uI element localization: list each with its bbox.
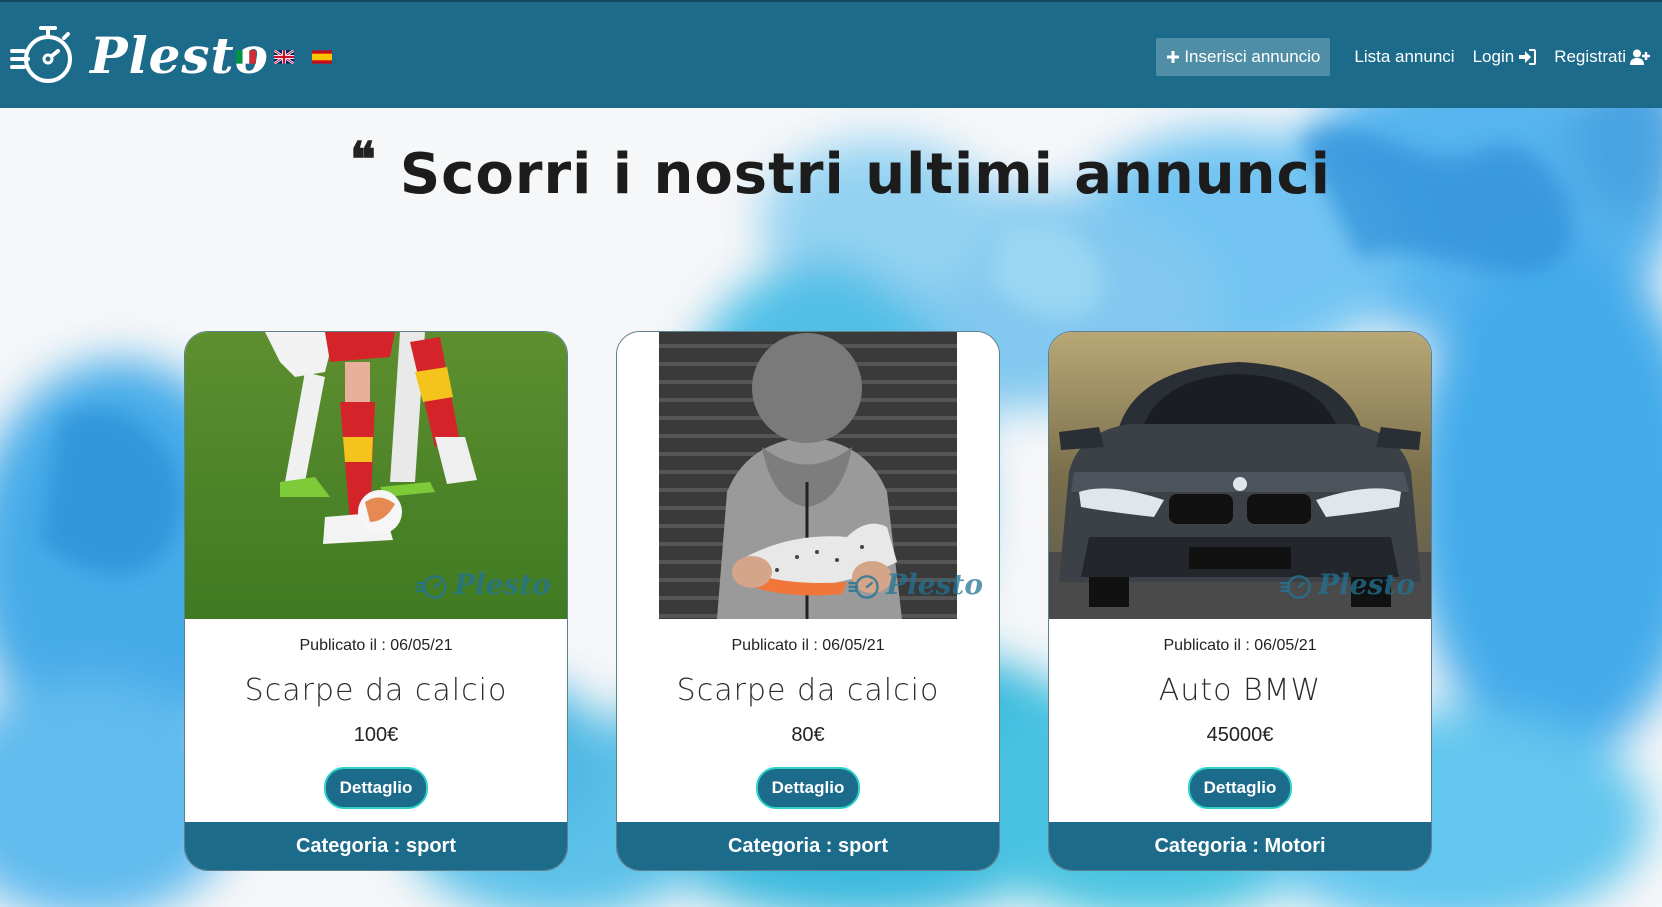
user-plus-icon — [1630, 49, 1650, 65]
register-link[interactable]: Registrati — [1554, 47, 1650, 67]
detail-button[interactable]: Dettaglio — [323, 767, 429, 809]
page-headline: ❝ Scorri i nostri ultimi annunci — [350, 132, 1331, 210]
spanish-flag-icon[interactable] — [312, 50, 332, 64]
detail-button[interactable]: Dettaglio — [755, 767, 861, 809]
watermark-text: Plesto — [1318, 568, 1415, 601]
nav-links: Inserisci annuncio Lista annunci Login R… — [1156, 38, 1650, 76]
login-label: Login — [1472, 47, 1515, 66]
category-footer[interactable]: Categoria : sport — [185, 822, 567, 870]
detail-button[interactable]: Dettaglio — [1187, 767, 1293, 809]
image-watermark: Plesto — [416, 568, 551, 601]
uk-flag-icon[interactable] — [274, 50, 294, 64]
ad-price: 100€ — [353, 724, 399, 746]
sign-in-icon — [1519, 49, 1537, 65]
insert-ad-button[interactable]: Inserisci annuncio — [1156, 38, 1331, 76]
ad-title: Scarpe da calcio — [676, 673, 940, 708]
insert-ad-label: Inserisci annuncio — [1184, 47, 1321, 66]
ads-list-label: Lista annunci — [1354, 47, 1455, 66]
ad-card: Plesto Publicato il : 06/05/21 Scarpe da… — [616, 331, 1000, 871]
category-footer[interactable]: Categoria : sport — [617, 822, 999, 870]
italian-flag-icon[interactable] — [236, 50, 256, 64]
plus-icon — [1167, 51, 1180, 63]
card-body: Publicato il : 06/05/21 Scarpe da calcio… — [617, 637, 999, 809]
navbar: Plesto Inserisci annuncio Lista annunci … — [0, 0, 1662, 108]
ad-image[interactable]: Plesto — [617, 332, 999, 619]
language-selector — [236, 50, 332, 64]
ad-image[interactable]: Plesto — [185, 332, 567, 619]
ad-image[interactable]: Plesto — [1049, 332, 1431, 619]
ad-card: Plesto Publicato il : 06/05/21 Scarpe da… — [184, 331, 568, 871]
quote-icon: ❝ — [350, 132, 376, 188]
watermark-text: Plesto — [886, 568, 983, 601]
publish-date: Publicato il : 06/05/21 — [1163, 637, 1317, 654]
stopwatch-icon — [848, 574, 879, 599]
ads-list-link[interactable]: Lista annunci — [1354, 47, 1454, 67]
ad-price: 80€ — [791, 724, 825, 746]
stopwatch-icon — [416, 574, 447, 599]
ad-title: Scarpe da calcio — [244, 673, 508, 708]
ad-card: Plesto Publicato il : 06/05/21 Auto BMW … — [1048, 331, 1432, 871]
publish-date: Publicato il : 06/05/21 — [731, 637, 885, 654]
card-body: Publicato il : 06/05/21 Auto BMW 45000€ … — [1049, 637, 1431, 809]
brand-logo[interactable]: Plesto — [10, 24, 269, 86]
login-link[interactable]: Login — [1473, 47, 1537, 67]
ad-title: Auto BMW — [1158, 673, 1322, 708]
category-footer[interactable]: Categoria : Motori — [1049, 822, 1431, 870]
page-title: Scorri i nostri ultimi annunci — [399, 142, 1331, 207]
register-label: Registrati — [1554, 47, 1626, 66]
stopwatch-icon — [1280, 574, 1311, 599]
image-watermark: Plesto — [848, 568, 983, 601]
image-watermark: Plesto — [1280, 568, 1415, 601]
watermark-text: Plesto — [454, 568, 551, 601]
stopwatch-icon — [10, 26, 72, 83]
ad-price: 45000€ — [1206, 724, 1274, 746]
publish-date: Publicato il : 06/05/21 — [299, 637, 453, 654]
card-body: Publicato il : 06/05/21 Scarpe da calcio… — [185, 637, 567, 809]
